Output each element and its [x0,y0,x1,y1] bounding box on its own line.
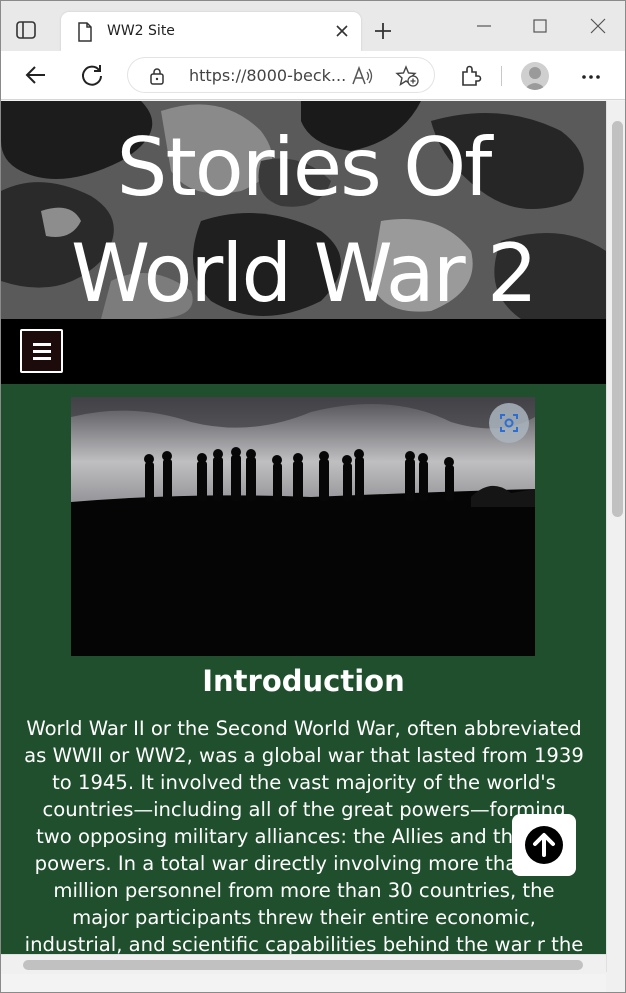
horizontal-scrollbar[interactable] [1,954,606,974]
menu-icon-line [33,357,51,360]
tab-title: WW2 Site [107,23,175,39]
maximize-icon[interactable] [529,15,551,37]
toolbar-divider [501,66,502,86]
hero-banner: Stories Of World War 2 [1,101,606,319]
close-icon[interactable] [333,22,351,40]
page-viewport: Stories Of World War 2 Introduction Worl… [1,101,606,974]
menu-icon-line [33,350,51,353]
menu-icon-line [33,343,51,346]
scrollbar-corner [606,972,625,992]
refresh-icon[interactable] [79,62,105,88]
tab-bar: WW2 Site [1,1,625,51]
intro-heading: Introduction [202,664,405,698]
more-icon[interactable] [581,67,601,87]
minimize-icon[interactable] [473,15,495,37]
vertical-scrollbar-thumb[interactable] [612,121,623,517]
window-close-icon[interactable] [587,15,609,37]
soldiers-silhouette-image [71,397,535,656]
navigation-bar: https://8000-beck... [1,51,625,100]
favorite-add-icon[interactable] [395,65,419,87]
horizontal-scrollbar-thumb[interactable] [23,960,583,970]
visual-search-button[interactable] [489,403,529,443]
profile-icon[interactable] [521,62,549,90]
browser-window: WW2 Site https://8000-beck... Stories Of… [0,0,626,993]
hero-title: Stories Of World War 2 [71,121,538,319]
arrow-up-circle-icon [525,826,563,864]
url-text[interactable]: https://8000-beck... [189,66,346,85]
menu-bar [1,319,606,384]
address-bar[interactable]: https://8000-beck... [127,57,435,93]
read-aloud-icon[interactable] [351,66,373,86]
vertical-scrollbar[interactable] [606,101,625,974]
back-icon[interactable] [23,62,49,88]
lock-icon[interactable] [149,67,165,85]
intro-paragraph: World War II or the Second World War, of… [24,717,584,974]
back-to-top-button[interactable] [512,814,576,876]
visual-search-icon [500,414,518,432]
plus-icon[interactable] [373,21,393,41]
tab-actions-icon[interactable] [15,17,49,47]
extensions-icon[interactable] [459,64,483,88]
hamburger-menu-button[interactable] [20,329,63,373]
active-tab[interactable]: WW2 Site [61,12,361,51]
page-icon [78,22,92,42]
